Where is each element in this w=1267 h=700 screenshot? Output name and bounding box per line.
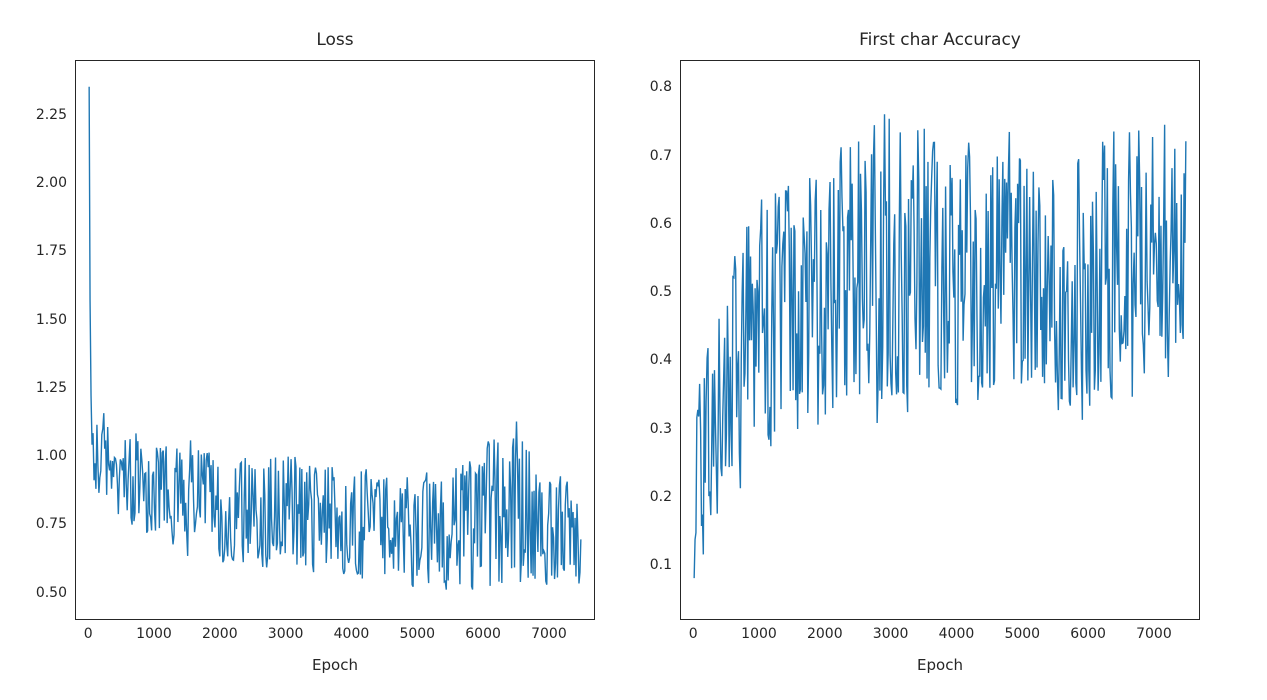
y-tick-label: 0.50 — [36, 585, 75, 601]
line-series-loss — [76, 61, 594, 619]
y-tick-label: 0.4 — [650, 352, 680, 368]
x-tick-label: 1000 — [741, 620, 777, 642]
x-tick-label: 1000 — [136, 620, 172, 642]
x-tick-label: 7000 — [1136, 620, 1172, 642]
x-axis-label-loss: Epoch — [75, 656, 595, 674]
y-tick-label: 2.00 — [36, 175, 75, 191]
x-tick-label: 5000 — [399, 620, 435, 642]
plot-area-accuracy — [680, 60, 1200, 620]
plot-area-loss — [75, 60, 595, 620]
y-tick-label: 1.75 — [36, 243, 75, 259]
y-tick-label: 0.1 — [650, 557, 680, 573]
y-tick-label: 1.25 — [36, 380, 75, 396]
x-tick-label: 3000 — [873, 620, 909, 642]
x-tick-label: 3000 — [268, 620, 304, 642]
subplot-loss: Loss Epoch 0.500.751.001.251.501.752.002… — [75, 60, 595, 700]
x-tick-label: 2000 — [202, 620, 238, 642]
y-tick-label: 0.3 — [650, 421, 680, 437]
y-tick-label: 0.75 — [36, 516, 75, 532]
y-tick-label: 0.8 — [650, 79, 680, 95]
y-tick-label: 1.00 — [36, 448, 75, 464]
x-tick-label: 5000 — [1004, 620, 1040, 642]
y-tick-label: 1.50 — [36, 312, 75, 328]
x-tick-label: 0 — [84, 620, 93, 642]
line-series-accuracy — [681, 61, 1199, 619]
y-tick-label: 0.5 — [650, 284, 680, 300]
x-axis-label-accuracy: Epoch — [680, 656, 1200, 674]
x-tick-label: 0 — [689, 620, 698, 642]
subplot-accuracy: First char Accuracy Epoch 0.10.20.30.40.… — [680, 60, 1200, 700]
x-tick-label: 7000 — [531, 620, 567, 642]
chart-title-loss: Loss — [75, 30, 595, 50]
x-tick-label: 6000 — [465, 620, 501, 642]
y-tick-label: 0.7 — [650, 148, 680, 164]
x-tick-label: 4000 — [334, 620, 370, 642]
y-tick-label: 0.6 — [650, 216, 680, 232]
y-tick-label: 2.25 — [36, 107, 75, 123]
y-tick-label: 0.2 — [650, 489, 680, 505]
x-tick-label: 4000 — [939, 620, 975, 642]
x-tick-label: 6000 — [1070, 620, 1106, 642]
x-tick-label: 2000 — [807, 620, 843, 642]
figure: Loss Epoch 0.500.751.001.251.501.752.002… — [0, 0, 1267, 697]
chart-title-accuracy: First char Accuracy — [680, 30, 1200, 50]
